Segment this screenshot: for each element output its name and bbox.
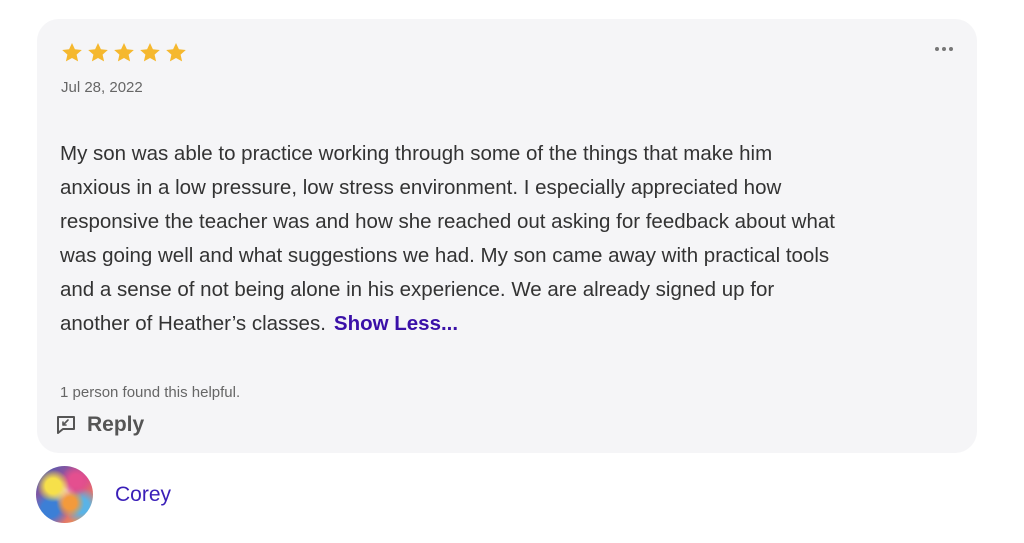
star-icon	[166, 43, 186, 62]
author-name[interactable]: Corey	[115, 483, 171, 507]
review-card: Jul 28, 2022 My son was able to practice…	[37, 19, 977, 453]
star-icon	[140, 43, 160, 62]
helpful-count: 1 person found this helpful.	[60, 384, 241, 401]
more-dot	[949, 47, 953, 51]
reply-button[interactable]: Reply	[54, 413, 144, 437]
avatar[interactable]	[36, 466, 93, 523]
reply-icon	[57, 416, 75, 434]
star-icon	[88, 43, 108, 62]
review-author: Corey	[36, 466, 171, 523]
more-options-icon[interactable]	[935, 43, 953, 55]
more-dot	[942, 47, 946, 51]
review-body: My son was able to practice working thro…	[60, 142, 835, 335]
star-rating	[60, 41, 188, 65]
review-date: Jul 28, 2022	[61, 79, 143, 96]
show-less-link[interactable]: Show Less...	[334, 312, 458, 335]
reply-label: Reply	[87, 413, 145, 436]
star-icon	[114, 43, 134, 62]
review-text: My son was able to practice working thro…	[60, 137, 960, 341]
more-dot	[935, 47, 939, 51]
star-icon	[62, 43, 82, 62]
